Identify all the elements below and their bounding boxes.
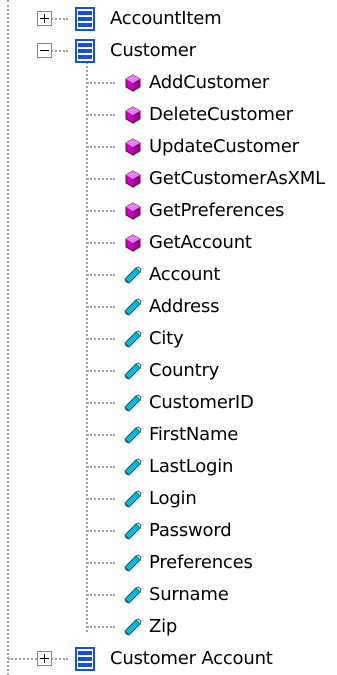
tree-member-addcustomer[interactable]: AddCustomer	[0, 67, 337, 99]
tree-guide-line	[87, 210, 115, 212]
tree-member-label: AddCustomer	[149, 72, 270, 93]
property-icon	[124, 586, 142, 604]
tree-member-lastlogin[interactable]: LastLogin	[0, 451, 337, 483]
method-icon	[125, 234, 141, 252]
property-icon	[124, 426, 142, 444]
tree-guide-line	[87, 530, 115, 532]
tree-member-getcustomerasxml[interactable]: GetCustomerAsXML	[0, 163, 337, 195]
tree-member-label: Login	[149, 488, 197, 509]
tree-member-label: Surname	[149, 584, 229, 605]
tree-member-label: UpdateCustomer	[149, 136, 299, 157]
tree-node-label: Customer Account	[110, 648, 273, 669]
property-icon	[124, 298, 142, 316]
tree-member-label: CustomerID	[149, 392, 254, 413]
tree-member-login[interactable]: Login	[0, 483, 337, 515]
tree-member-updatecustomer[interactable]: UpdateCustomer	[0, 131, 337, 163]
method-icon	[125, 138, 141, 156]
tree-member-label: GetPreferences	[149, 200, 285, 221]
property-icon	[124, 522, 142, 540]
tree-node-customer-account[interactable]: Customer Account	[0, 643, 337, 675]
tree-member-address[interactable]: Address	[0, 291, 337, 323]
method-icon	[125, 106, 141, 124]
property-icon	[124, 394, 142, 412]
property-icon	[124, 554, 142, 572]
property-icon	[124, 490, 142, 508]
tree-member-label: LastLogin	[149, 456, 234, 477]
tree-member-account[interactable]: Account	[0, 259, 337, 291]
tree-member-label: Zip	[149, 616, 178, 637]
collapse-button[interactable]	[37, 43, 52, 58]
expand-button[interactable]	[37, 651, 52, 666]
tree-member-password[interactable]: Password	[0, 515, 337, 547]
tree-member-label: Password	[149, 520, 232, 541]
tree-member-label: FirstName	[149, 424, 239, 445]
method-icon	[125, 202, 141, 220]
tree-member-label: GetCustomerAsXML	[149, 168, 325, 189]
tree-member-customerid[interactable]: CustomerID	[0, 387, 337, 419]
tree-node-accountitem[interactable]: AccountItem	[0, 3, 337, 35]
class-module-icon	[75, 647, 95, 671]
tree-member-label: Address	[149, 296, 220, 317]
tree-guide-line	[87, 402, 115, 404]
tree-guide-line	[87, 594, 115, 596]
tree-member-label: Account	[149, 264, 221, 285]
tree-member-label: Preferences	[149, 552, 253, 573]
tree-guide-line	[87, 274, 115, 276]
method-icon	[125, 74, 141, 92]
property-icon	[124, 266, 142, 284]
tree-member-surname[interactable]: Surname	[0, 579, 337, 611]
tree-guide-line	[87, 370, 115, 372]
tree-guide-line	[87, 306, 115, 308]
tree-guide-line	[87, 466, 115, 468]
property-icon	[124, 458, 142, 476]
property-icon	[124, 330, 142, 348]
tree-member-getaccount[interactable]: GetAccount	[0, 227, 337, 259]
tree-node-label: AccountItem	[110, 8, 222, 29]
tree-member-zip[interactable]: Zip	[0, 611, 337, 643]
tree-guide-line	[87, 626, 115, 628]
class-module-icon	[75, 39, 95, 63]
tree-member-label: GetAccount	[149, 232, 252, 253]
tree-guide-line	[87, 338, 115, 340]
tree-member-preferences[interactable]: Preferences	[0, 547, 337, 579]
tree-guide-line	[87, 562, 115, 564]
tree-node-customer[interactable]: Customer	[0, 35, 337, 67]
expand-button[interactable]	[37, 11, 52, 26]
method-icon	[125, 170, 141, 188]
property-icon	[124, 618, 142, 636]
tree-member-label: City	[149, 328, 184, 349]
class-module-icon	[75, 7, 95, 31]
tree-guide-line	[87, 114, 115, 116]
tree-member-deletecustomer[interactable]: DeleteCustomer	[0, 99, 337, 131]
object-browser-tree: AccountItem Customer AddCustomer DeleteC…	[0, 0, 337, 675]
tree-node-label: Customer	[110, 40, 196, 61]
tree-member-country[interactable]: Country	[0, 355, 337, 387]
tree-guide-line	[87, 242, 115, 244]
tree-guide-line	[87, 82, 115, 84]
tree-guide-line	[87, 498, 115, 500]
tree-member-city[interactable]: City	[0, 323, 337, 355]
tree-guide-line	[87, 146, 115, 148]
tree-guide-line	[87, 434, 115, 436]
tree-member-label: Country	[149, 360, 220, 381]
tree-member-label: DeleteCustomer	[149, 104, 293, 125]
tree-guide-line	[87, 178, 115, 180]
tree-member-firstname[interactable]: FirstName	[0, 419, 337, 451]
tree-member-getpreferences[interactable]: GetPreferences	[0, 195, 337, 227]
property-icon	[124, 362, 142, 380]
